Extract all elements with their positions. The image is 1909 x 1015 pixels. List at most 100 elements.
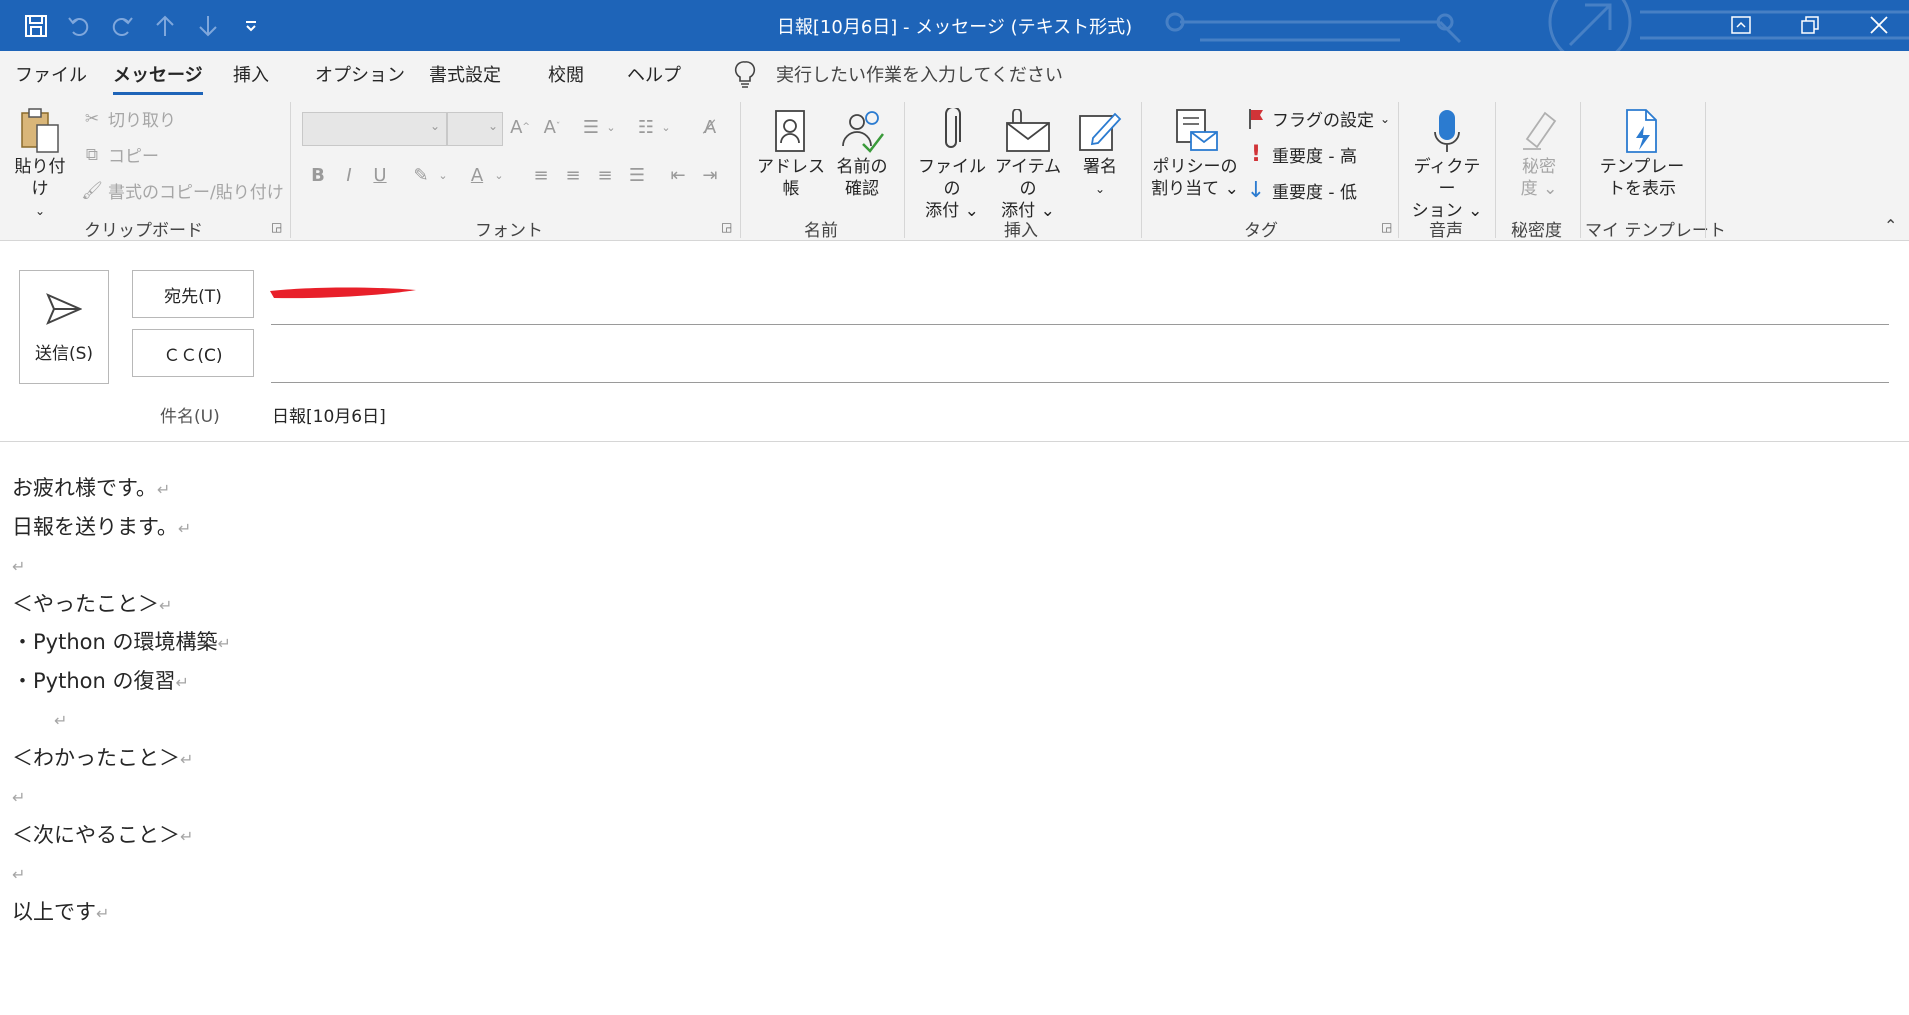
paragraph-mark-icon: ↵: [177, 518, 192, 538]
exclamation-icon: !: [1250, 142, 1262, 167]
lightbulb-icon: [734, 60, 756, 92]
italic-icon[interactable]: I: [336, 162, 362, 188]
arrow-down-icon: ↓: [1246, 178, 1266, 203]
follow-up-button[interactable]: フラグの設定 ⌄: [1244, 106, 1390, 131]
copy-button[interactable]: ⧉ コピー: [80, 142, 159, 168]
ribbon: 貼り付け ⌄ ✂ 切り取り ⧉ コピー 🖌 書式のコピー/貼り付け クリップボード ◲…: [0, 96, 1909, 241]
to-button[interactable]: 宛先(T): [132, 270, 254, 318]
tab-file[interactable]: ファイル: [15, 61, 87, 87]
increase-indent-icon[interactable]: ⇥: [697, 162, 723, 188]
high-importance-button[interactable]: ! 重要度 - 高: [1244, 142, 1357, 167]
signature-label: 署名: [1083, 157, 1117, 177]
decrease-indent-icon[interactable]: ⇤: [665, 162, 691, 188]
cut-label: 切り取り: [108, 111, 176, 131]
names-group-label: 名前: [804, 221, 838, 241]
flag-icon: [1244, 107, 1268, 131]
format-painter-label: 書式のコピー/貼り付け: [108, 183, 284, 203]
align-center-icon[interactable]: ≡: [560, 162, 586, 188]
shrink-font-icon[interactable]: Aˇ: [539, 114, 565, 140]
attach-file-button[interactable]: ファイルの 添付 ⌄: [913, 106, 991, 222]
address-book-button[interactable]: アドレス帳: [752, 106, 830, 200]
attach-file-label-1: ファイルの: [918, 157, 986, 199]
body-line: ＜次にやること＞↵: [12, 822, 194, 847]
attach-item-label-1: アイテムの: [994, 157, 1062, 199]
underline-icon[interactable]: U: [367, 162, 393, 188]
collapse-ribbon-icon[interactable]: ⌃: [1884, 216, 1897, 235]
title-bar: 日報[10月6日] - メッセージ (テキスト形式): [0, 0, 1909, 51]
signature-button[interactable]: 署名 ⌄: [1069, 106, 1131, 200]
cc-button[interactable]: ＣＣ(C): [132, 329, 254, 377]
tab-review[interactable]: 校閲: [548, 61, 584, 87]
numbering-icon[interactable]: ☷: [633, 114, 659, 140]
check-names-icon: [839, 106, 885, 156]
bullets-icon[interactable]: ☰: [578, 114, 604, 140]
microphone-icon: [1432, 106, 1462, 156]
assign-policy-label-1: ポリシーの: [1152, 157, 1238, 177]
font-launcher-icon[interactable]: ◲: [721, 220, 732, 234]
subject-label: 件名(U): [160, 407, 220, 427]
align-left-icon[interactable]: ≡: [528, 162, 554, 188]
tab-help[interactable]: ヘルプ: [627, 61, 681, 87]
clipboard-launcher-icon[interactable]: ◲: [271, 220, 282, 234]
restore-icon[interactable]: [1786, 10, 1834, 40]
tab-format-text[interactable]: 書式設定: [429, 61, 501, 87]
to-field[interactable]: [271, 324, 1889, 325]
separator: [290, 102, 291, 238]
separator: [1141, 102, 1142, 238]
paragraph-mark-icon: ↵: [180, 826, 194, 846]
close-icon[interactable]: [1855, 10, 1903, 40]
paragraph-mark-icon: ↵: [180, 749, 194, 769]
justify-icon[interactable]: ☰: [624, 162, 650, 188]
format-painter-button[interactable]: 🖌 書式のコピー/貼り付け: [80, 178, 284, 204]
font-color-icon[interactable]: A: [464, 162, 490, 188]
body-line: ↵: [12, 777, 231, 816]
brush-icon: 🖌: [81, 180, 103, 201]
clear-formatting-icon[interactable]: A̸: [697, 114, 723, 140]
bold-icon[interactable]: B: [305, 162, 331, 188]
tags-launcher-icon[interactable]: ◲: [1381, 220, 1392, 234]
tab-insert[interactable]: 挿入: [233, 61, 269, 87]
dictate-button[interactable]: ディクテー ション ⌄: [1407, 106, 1487, 222]
address-book-icon: [773, 106, 809, 156]
template-icon: [1624, 106, 1660, 156]
tab-message[interactable]: メッセージ: [113, 61, 203, 95]
paste-icon: [19, 106, 61, 156]
check-names-button[interactable]: 名前の 確認: [830, 106, 894, 200]
tags-group-label: タグ: [1244, 221, 1278, 241]
cc-field[interactable]: [271, 382, 1889, 383]
paste-label: 貼り付け: [14, 157, 66, 199]
separator: [1398, 102, 1399, 238]
align-right-icon[interactable]: ≡: [592, 162, 618, 188]
cut-button[interactable]: ✂ 切り取り: [80, 106, 176, 132]
tab-options[interactable]: オプション: [315, 61, 405, 87]
send-button[interactable]: 送信(S): [19, 270, 109, 384]
chevron-down-icon[interactable]: ⌄: [492, 162, 506, 188]
view-templates-label-1: テンプレー: [1599, 157, 1685, 177]
check-names-label-1: 名前の: [836, 157, 888, 177]
view-templates-button[interactable]: テンプレー トを表示: [1590, 106, 1694, 200]
window-title: 日報[10月6日] - メッセージ (テキスト形式): [776, 17, 1133, 38]
low-importance-button[interactable]: ↓ 重要度 - 低: [1244, 178, 1357, 203]
font-group-label: フォント: [475, 221, 543, 241]
highlight-icon[interactable]: ✎: [408, 162, 434, 188]
chevron-down-icon[interactable]: ⌄: [436, 162, 450, 188]
font-name-dropdown[interactable]: ⌄: [302, 112, 447, 146]
assign-policy-button[interactable]: ポリシーの 割り当て ⌄: [1150, 106, 1240, 200]
insert-group-label: 挿入: [1004, 221, 1038, 241]
sensitivity-button[interactable]: 秘密 度 ⌄: [1504, 106, 1574, 200]
paragraph-mark-icon: ↵: [54, 711, 68, 730]
chevron-down-icon[interactable]: ⌄: [659, 114, 673, 140]
font-size-dropdown[interactable]: ⌄: [447, 112, 503, 146]
paste-button[interactable]: 貼り付け ⌄: [8, 106, 72, 222]
paragraph-mark-icon: ↵: [12, 865, 26, 884]
attach-item-button[interactable]: アイテムの 添付 ⌄: [989, 106, 1067, 222]
body-line: ↵: [12, 700, 231, 739]
grow-font-icon[interactable]: A ^: [507, 114, 533, 140]
tell-me-search[interactable]: 実行したい作業を入力してください: [776, 61, 1063, 87]
paragraph-mark-icon: ↵: [96, 903, 110, 923]
ribbon-display-options-icon[interactable]: [1717, 10, 1765, 40]
view-templates-label-2: トを表示: [1608, 179, 1676, 199]
chevron-down-icon[interactable]: ⌄: [604, 114, 618, 140]
message-body[interactable]: お疲れ様です。↵ 日報を送ります。↵ ↵ ＜やったこと＞↵ ・Python の環…: [12, 469, 231, 931]
subject-field[interactable]: 日報[10月6日]: [272, 402, 386, 427]
